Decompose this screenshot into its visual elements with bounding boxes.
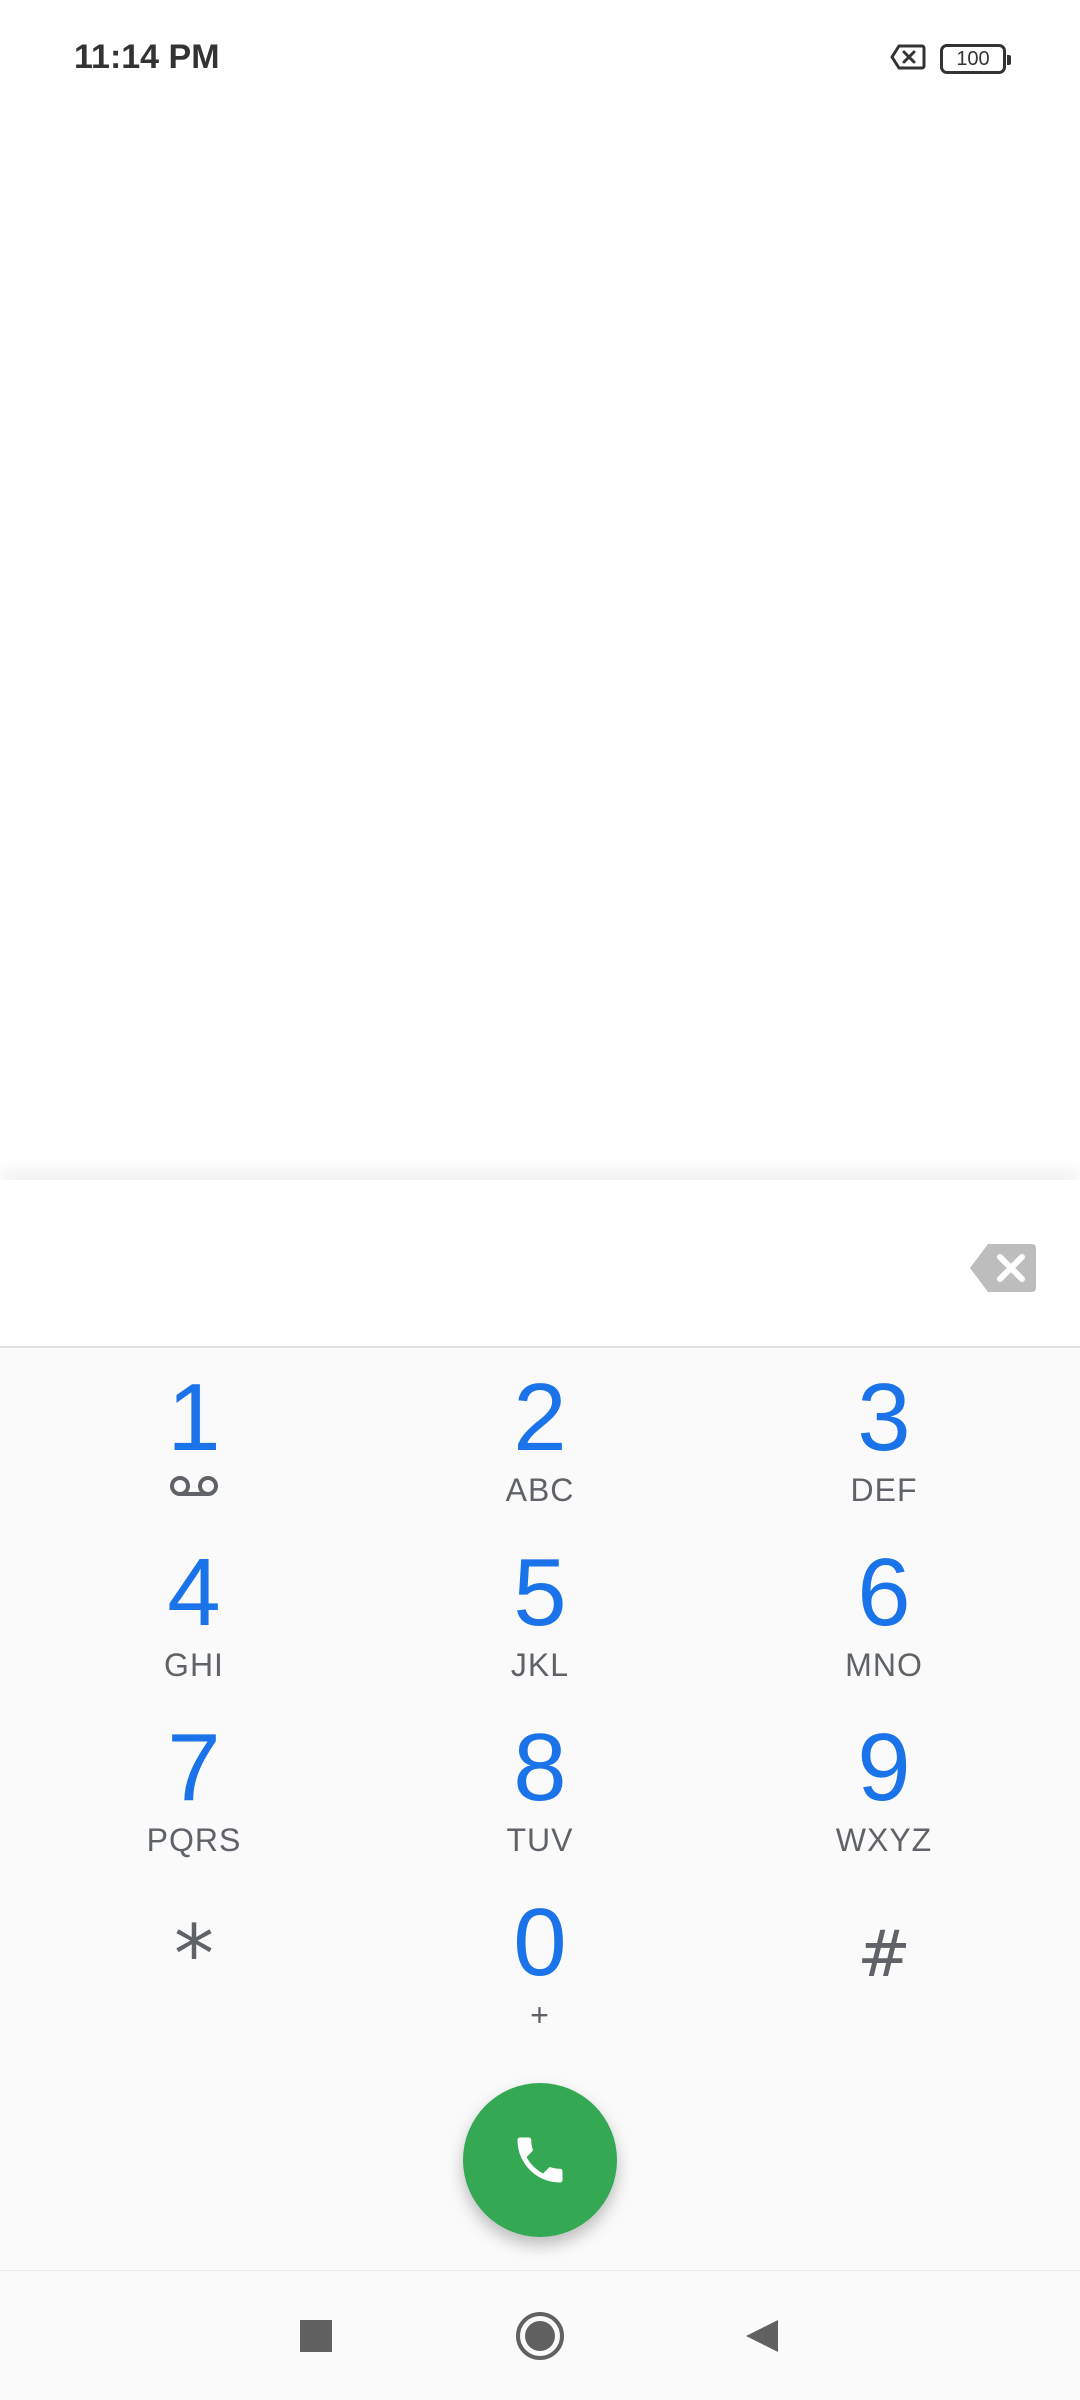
screen: 11:14 PM 100 1 2 ABC 3 DEF 4 GHI 5 JKL 6…: [0, 0, 1080, 2400]
battery-icon: 100: [940, 44, 1011, 74]
key-letters: GHI: [164, 1647, 224, 1683]
no-sim-icon: [890, 43, 926, 76]
key-star[interactable]: *: [44, 1895, 344, 2055]
key-digit: 3: [857, 1364, 911, 1471]
key-9[interactable]: 9 WXYZ: [734, 1720, 1034, 1880]
battery-level: 100: [956, 48, 990, 70]
back-button[interactable]: [732, 2306, 792, 2366]
navigation-bar: [0, 2270, 1080, 2400]
key-letters: +: [530, 1997, 550, 2033]
key-4[interactable]: 4 GHI: [44, 1545, 344, 1705]
key-letters: MNO: [845, 1647, 923, 1683]
key-6[interactable]: 6 MNO: [734, 1545, 1034, 1705]
key-digit: 1: [167, 1364, 221, 1471]
phone-icon: [517, 2137, 563, 2183]
digits-input[interactable]: [40, 1210, 920, 1320]
backspace-icon: [970, 1244, 1036, 1292]
key-1[interactable]: 1: [44, 1370, 344, 1530]
call-button[interactable]: [463, 2083, 617, 2237]
key-digit: 6: [857, 1539, 911, 1646]
key-digit: 9: [857, 1714, 911, 1821]
home-circle-icon: [516, 2312, 564, 2360]
key-letters: WXYZ: [835, 1822, 933, 1858]
key-8[interactable]: 8 TUV: [390, 1720, 690, 1880]
key-digit: *: [174, 1908, 214, 2001]
key-5[interactable]: 5 JKL: [390, 1545, 690, 1705]
key-letters: JKL: [510, 1647, 570, 1683]
key-7[interactable]: 7 PQRS: [44, 1720, 344, 1880]
key-digit: 0: [513, 1889, 567, 1996]
status-time: 11:14 PM: [74, 38, 220, 76]
key-digit: 4: [167, 1539, 221, 1646]
key-letters: PQRS: [146, 1822, 242, 1858]
key-letters: DEF: [850, 1472, 918, 1508]
backspace-button[interactable]: [968, 1242, 1038, 1294]
key-2[interactable]: 2 ABC: [390, 1370, 690, 1530]
recents-square-icon: [300, 2320, 332, 2352]
key-0[interactable]: 0 +: [390, 1895, 690, 2055]
key-digit: 5: [513, 1539, 567, 1646]
voicemail-icon: [168, 1474, 220, 1503]
status-icons: 100: [890, 42, 1011, 76]
key-hash[interactable]: #: [734, 1895, 1034, 2055]
home-button[interactable]: [510, 2306, 570, 2366]
status-bar: 11:14 PM 100: [0, 0, 1080, 120]
content-area: [0, 120, 1080, 1180]
recents-button[interactable]: [286, 2306, 346, 2366]
key-letters: ABC: [505, 1472, 575, 1508]
dialpad-panel: 1 2 ABC 3 DEF 4 GHI 5 JKL 6 MNO 7 PQRS 8…: [0, 1180, 1080, 2270]
key-digit: #: [857, 1918, 911, 1992]
key-digit: 2: [513, 1364, 567, 1471]
back-triangle-icon: [746, 2320, 778, 2352]
key-letters: TUV: [506, 1822, 574, 1858]
digits-row: [0, 1180, 1080, 1348]
key-digit: 8: [513, 1714, 567, 1821]
key-digit: 7: [167, 1714, 221, 1821]
key-3[interactable]: 3 DEF: [734, 1370, 1034, 1530]
